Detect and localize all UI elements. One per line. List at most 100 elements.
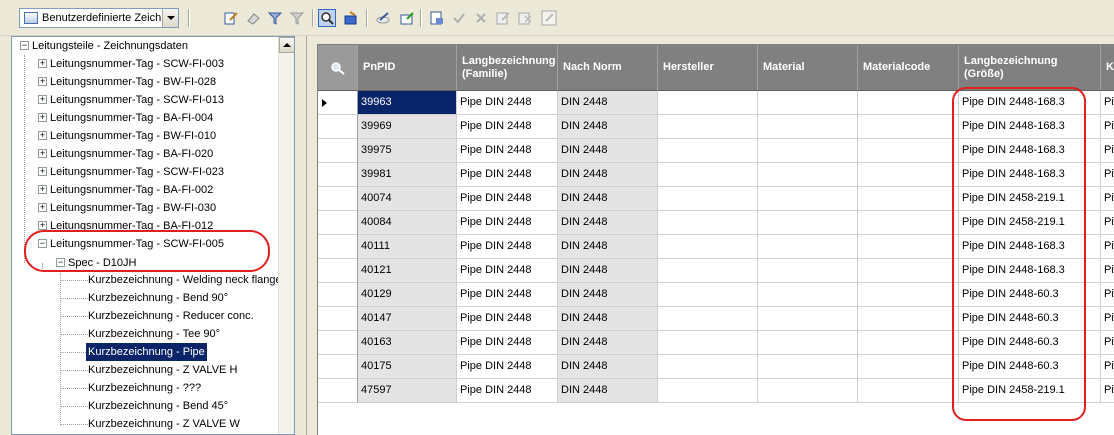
column-header-material[interactable]: Material (758, 45, 858, 91)
table-cell[interactable]: Pipe DIN 2448-168.3 (959, 235, 1101, 259)
tree-leaf[interactable]: Kurzbezeichnung - Tee 90° (12, 325, 282, 343)
edit-list-icon[interactable] (494, 9, 512, 27)
table-cell[interactable] (858, 139, 959, 163)
tree-item[interactable]: + Leitungsnummer-Tag - SCW-FI-013 (12, 91, 282, 109)
table-cell[interactable]: Pip (1101, 187, 1114, 211)
dropdown-arrow-icon[interactable] (162, 9, 178, 27)
check-list-icon[interactable] (516, 9, 534, 27)
table-cell[interactable]: 39969 (358, 115, 457, 139)
table-cell[interactable] (658, 259, 758, 283)
table-cell[interactable] (658, 307, 758, 331)
expand-icon[interactable]: + (38, 167, 47, 176)
table-cell[interactable]: 39963 (358, 91, 457, 115)
table-cell[interactable] (758, 115, 858, 139)
table-cell[interactable]: DIN 2448 (558, 115, 658, 139)
table-cell[interactable]: Pip (1101, 235, 1114, 259)
tree-leaf[interactable]: Kurzbezeichnung - ??? (12, 379, 282, 397)
table-cell[interactable]: 40111 (358, 235, 457, 259)
table-cell[interactable] (858, 163, 959, 187)
table-cell[interactable] (758, 91, 858, 115)
table-cell[interactable]: DIN 2448 (558, 331, 658, 355)
table-cell[interactable]: Pipe DIN 2448 (457, 211, 558, 235)
table-cell[interactable] (858, 259, 959, 283)
row-header[interactable] (318, 355, 358, 379)
table-cell[interactable]: 40074 (358, 187, 457, 211)
tree-item-expanded[interactable]: − Leitungsnummer-Tag - SCW-FI-005 (12, 235, 282, 253)
table-cell[interactable]: Pipe DIN 2448 (457, 331, 558, 355)
collapse-icon[interactable]: − (56, 258, 65, 267)
tree-item[interactable]: + Leitungsnummer-Tag - SCW-FI-003 (12, 55, 282, 73)
table-cell[interactable]: DIN 2448 (558, 259, 658, 283)
tree-item[interactable]: + Leitungsnummer-Tag - BW-FI-010 (12, 127, 282, 145)
view-select[interactable]: Benutzerdefinierte Zeich (19, 8, 179, 28)
table-cell[interactable]: DIN 2448 (558, 187, 658, 211)
table-cell[interactable]: 40129 (358, 283, 457, 307)
table-cell[interactable] (758, 139, 858, 163)
table-cell[interactable]: Pip (1101, 307, 1114, 331)
reject-icon[interactable] (472, 9, 490, 27)
tree-item[interactable]: + Leitungsnummer-Tag - BA-FI-004 (12, 109, 282, 127)
collapse-icon[interactable]: − (20, 41, 29, 50)
table-row[interactable]: 40175 Pipe DIN 2448 DIN 2448 Pipe DIN 2448-… (318, 355, 1114, 379)
table-cell[interactable]: 47597 (358, 379, 457, 403)
table-cell[interactable] (758, 259, 858, 283)
table-cell[interactable] (858, 331, 959, 355)
table-cell[interactable] (858, 187, 959, 211)
table-cell[interactable]: Pipe DIN 2448 (457, 115, 558, 139)
table-cell[interactable] (858, 307, 959, 331)
import-icon[interactable] (398, 9, 416, 27)
table-cell[interactable] (658, 211, 758, 235)
table-cell[interactable]: 40175 (358, 355, 457, 379)
table-cell[interactable]: Pipe DIN 2448 (457, 91, 558, 115)
table-cell[interactable]: 40147 (358, 307, 457, 331)
table-cell[interactable]: Pip (1101, 91, 1114, 115)
erase-icon[interactable] (244, 9, 262, 27)
row-header[interactable] (318, 379, 358, 403)
table-cell[interactable]: Pip (1101, 331, 1114, 355)
row-header[interactable] (318, 331, 358, 355)
column-header-norm[interactable]: Nach Norm (558, 45, 658, 91)
table-cell[interactable]: DIN 2448 (558, 235, 658, 259)
tree-item[interactable]: + Leitungsnummer-Tag - SCW-FI-023 (12, 163, 282, 181)
collapse-icon[interactable]: − (38, 239, 47, 248)
table-cell[interactable] (758, 331, 858, 355)
properties-icon[interactable] (428, 9, 446, 27)
column-header-pnpid[interactable]: PnPID (358, 45, 457, 91)
tree-panel[interactable]: − Leitungsteile - Zeichnungsdaten + Leit… (11, 36, 295, 435)
scroll-up-icon[interactable] (279, 37, 294, 53)
table-row[interactable]: 39981 Pipe DIN 2448 DIN 2448 Pipe DIN 2448-… (318, 163, 1114, 187)
table-row[interactable]: 39969 Pipe DIN 2448 DIN 2448 Pipe DIN 2448-… (318, 115, 1114, 139)
row-header[interactable] (318, 139, 358, 163)
table-cell[interactable]: Pipe DIN 2448-60.3 (959, 283, 1101, 307)
table-cell[interactable]: Pipe DIN 2458-219.1 (959, 379, 1101, 403)
table-cell[interactable] (858, 211, 959, 235)
table-cell[interactable]: DIN 2448 (558, 139, 658, 163)
table-row[interactable]: 39963 Pipe DIN 2448 DIN 2448 Pipe DIN 2448-… (318, 91, 1114, 115)
table-cell[interactable] (758, 355, 858, 379)
table-row[interactable]: 40084 Pipe DIN 2448 DIN 2448 Pipe DIN 2458-… (318, 211, 1114, 235)
table-cell[interactable]: DIN 2448 (558, 211, 658, 235)
table-cell[interactable]: Pipe DIN 2448-168.3 (959, 163, 1101, 187)
table-cell[interactable] (758, 307, 858, 331)
tree-leaf[interactable]: Kurzbezeichnung - Bend 90° (12, 289, 282, 307)
row-header[interactable] (318, 91, 358, 115)
table-cell[interactable]: Pip (1101, 259, 1114, 283)
table-cell[interactable] (758, 163, 858, 187)
table-cell[interactable] (658, 91, 758, 115)
tree-leaf-selected[interactable]: Kurzbezeichnung - Pipe (12, 343, 282, 361)
grid-corner[interactable] (318, 45, 358, 91)
table-cell[interactable]: Pipe DIN 2448-60.3 (959, 355, 1101, 379)
table-cell[interactable] (758, 283, 858, 307)
column-header-materialcode[interactable]: Materialcode (858, 45, 959, 91)
table-cell[interactable]: Pip (1101, 115, 1114, 139)
tree-item[interactable]: + Leitungsnummer-Tag - BA-FI-020 (12, 145, 282, 163)
data-grid[interactable]: PnPID Langbezeichnung (Familie) Nach Nor… (317, 44, 1114, 435)
table-cell[interactable]: 40163 (358, 331, 457, 355)
table-cell[interactable]: Pipe DIN 2448 (457, 283, 558, 307)
table-cell[interactable] (658, 187, 758, 211)
tree-leaf[interactable]: Kurzbezeichnung - Z VALVE H (12, 361, 282, 379)
tree-root[interactable]: − Leitungsteile - Zeichnungsdaten (12, 37, 282, 55)
table-cell[interactable]: Pipe DIN 2448-168.3 (959, 91, 1101, 115)
zoom-icon[interactable] (318, 9, 336, 27)
tree-item[interactable]: + Leitungsnummer-Tag - BW-FI-028 (12, 73, 282, 91)
